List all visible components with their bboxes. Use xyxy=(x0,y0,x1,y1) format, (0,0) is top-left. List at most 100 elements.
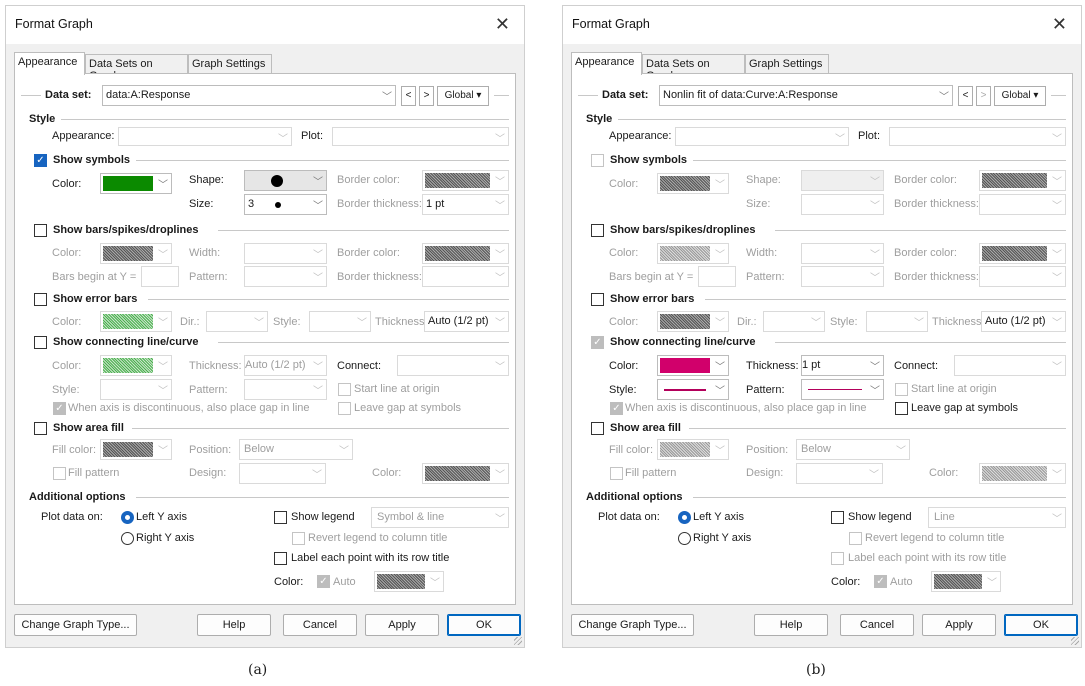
show-legend-checkbox[interactable] xyxy=(274,511,287,524)
ok-button[interactable]: OK xyxy=(1004,614,1078,636)
area-color-picker[interactable]: ﹀ xyxy=(979,463,1066,484)
left-y-axis-radio[interactable] xyxy=(678,511,691,524)
cancel-button[interactable]: Cancel xyxy=(283,614,357,636)
errors-style-select[interactable]: ﹀ xyxy=(866,311,928,332)
design-select[interactable]: ﹀ xyxy=(796,463,883,484)
show-error-bars-checkbox[interactable] xyxy=(34,293,47,306)
gap-axis-checkbox[interactable]: ✓ xyxy=(53,402,66,415)
shape-select[interactable]: ﹀ xyxy=(801,170,884,191)
next-dataset-button[interactable]: > xyxy=(419,86,434,106)
border-thickness-select[interactable]: 1 pt ﹀ xyxy=(422,194,509,215)
start-origin-checkbox[interactable] xyxy=(895,383,908,396)
dir-select[interactable]: ﹀ xyxy=(763,311,825,332)
show-bars-checkbox[interactable] xyxy=(34,224,47,237)
close-icon[interactable]: ✕ xyxy=(495,13,510,35)
fill-color-picker[interactable]: ﹀ xyxy=(100,439,172,460)
tab-appearance[interactable]: Appearance xyxy=(14,52,85,75)
symbols-color-picker[interactable]: ﹀ xyxy=(100,173,172,194)
connect-select[interactable]: ﹀ xyxy=(954,355,1066,376)
symbols-border-color-picker[interactable]: ﹀ xyxy=(979,170,1066,191)
fill-pattern-checkbox[interactable] xyxy=(53,467,66,480)
right-y-axis-radio[interactable] xyxy=(121,532,134,545)
line-color-picker[interactable]: ﹀ xyxy=(657,355,729,376)
bars-color-picker[interactable]: ﹀ xyxy=(657,243,729,264)
resize-grip-icon[interactable] xyxy=(514,637,522,645)
size-select[interactable]: ﹀ xyxy=(801,194,884,215)
shape-select[interactable]: ﹀ xyxy=(244,170,327,191)
errors-thickness-select[interactable]: Auto (1/2 pt) ﹀ xyxy=(424,311,509,332)
prev-dataset-button[interactable]: < xyxy=(958,86,973,106)
line-style-select[interactable]: ﹀ xyxy=(657,379,729,400)
bars-color-picker[interactable]: ﹀ xyxy=(100,243,172,264)
errors-style-select[interactable]: ﹀ xyxy=(309,311,371,332)
apply-button[interactable]: Apply xyxy=(365,614,439,636)
label-color-picker[interactable]: ﹀ xyxy=(931,571,1001,592)
fill-pattern-checkbox[interactable] xyxy=(610,467,623,480)
label-color-picker[interactable]: ﹀ xyxy=(374,571,444,592)
show-bars-checkbox[interactable] xyxy=(591,224,604,237)
line-style-select[interactable]: ﹀ xyxy=(100,379,172,400)
line-thickness-select[interactable]: 1 pt ﹀ xyxy=(801,355,884,376)
show-error-bars-checkbox[interactable] xyxy=(591,293,604,306)
bars-width-select[interactable]: ﹀ xyxy=(801,243,884,264)
show-area-fill-checkbox[interactable] xyxy=(591,422,604,435)
global-button[interactable]: Global ▾ xyxy=(994,86,1046,106)
position-select[interactable]: Below ﹀ xyxy=(796,439,910,460)
prev-dataset-button[interactable]: < xyxy=(401,86,416,106)
tab-graph-settings[interactable]: Graph Settings xyxy=(745,54,829,74)
help-button[interactable]: Help xyxy=(197,614,271,636)
change-graph-type-button[interactable]: Change Graph Type... xyxy=(14,614,137,636)
revert-legend-checkbox[interactable] xyxy=(292,532,305,545)
label-points-checkbox[interactable] xyxy=(274,552,287,565)
bars-border-thickness-select[interactable]: ﹀ xyxy=(979,266,1066,287)
position-select[interactable]: Below ﹀ xyxy=(239,439,353,460)
change-graph-type-button[interactable]: Change Graph Type... xyxy=(571,614,694,636)
left-y-axis-radio[interactable] xyxy=(121,511,134,524)
appearance-select[interactable]: ﹀ xyxy=(675,127,849,146)
show-symbols-checkbox[interactable] xyxy=(591,154,604,167)
bars-width-select[interactable]: ﹀ xyxy=(244,243,327,264)
show-symbols-checkbox[interactable]: ✓ xyxy=(34,154,47,167)
label-points-checkbox[interactable] xyxy=(831,552,844,565)
leave-gap-checkbox[interactable] xyxy=(338,402,351,415)
legend-select[interactable]: Line ﹀ xyxy=(928,507,1066,528)
data-set-select[interactable]: Nonlin fit of data:Curve:A:Response ﹀ xyxy=(659,85,953,106)
bars-border-thickness-select[interactable]: ﹀ xyxy=(422,266,509,287)
legend-select[interactable]: Symbol & line ﹀ xyxy=(371,507,509,528)
apply-button[interactable]: Apply xyxy=(922,614,996,636)
symbols-color-picker[interactable]: ﹀ xyxy=(657,173,729,194)
symbols-border-color-picker[interactable]: ﹀ xyxy=(422,170,509,191)
connect-select[interactable]: ﹀ xyxy=(397,355,509,376)
errors-thickness-select[interactable]: Auto (1/2 pt) ﹀ xyxy=(981,311,1066,332)
plot-select[interactable]: ﹀ xyxy=(889,127,1066,146)
leave-gap-checkbox[interactable] xyxy=(895,402,908,415)
auto-color-checkbox[interactable]: ✓ xyxy=(874,575,887,588)
start-origin-checkbox[interactable] xyxy=(338,383,351,396)
gap-axis-checkbox[interactable]: ✓ xyxy=(610,402,623,415)
line-thickness-select[interactable]: Auto (1/2 pt) ﹀ xyxy=(244,355,327,376)
bars-begin-input[interactable] xyxy=(141,266,179,287)
bars-begin-input[interactable] xyxy=(698,266,736,287)
tab-appearance[interactable]: Appearance xyxy=(571,52,642,75)
plot-select[interactable]: ﹀ xyxy=(332,127,509,146)
auto-color-checkbox[interactable]: ✓ xyxy=(317,575,330,588)
tab-graph-settings[interactable]: Graph Settings xyxy=(188,54,272,74)
show-legend-checkbox[interactable] xyxy=(831,511,844,524)
close-icon[interactable]: ✕ xyxy=(1052,13,1067,35)
bars-pattern-select[interactable]: ﹀ xyxy=(801,266,884,287)
area-color-picker[interactable]: ﹀ xyxy=(422,463,509,484)
errors-color-picker[interactable]: ﹀ xyxy=(657,311,729,332)
line-color-picker[interactable]: ﹀ xyxy=(100,355,172,376)
line-pattern-select[interactable]: ﹀ xyxy=(801,379,884,400)
bars-pattern-select[interactable]: ﹀ xyxy=(244,266,327,287)
show-connecting-line-checkbox[interactable]: ✓ xyxy=(591,336,604,349)
size-select[interactable]: 3 ﹀ xyxy=(244,194,327,215)
show-connecting-line-checkbox[interactable] xyxy=(34,336,47,349)
right-y-axis-radio[interactable] xyxy=(678,532,691,545)
ok-button[interactable]: OK xyxy=(447,614,521,636)
design-select[interactable]: ﹀ xyxy=(239,463,326,484)
line-pattern-select[interactable]: ﹀ xyxy=(244,379,327,400)
border-thickness-select[interactable]: ﹀ xyxy=(979,194,1066,215)
revert-legend-checkbox[interactable] xyxy=(849,532,862,545)
next-dataset-button[interactable]: > xyxy=(976,86,991,106)
